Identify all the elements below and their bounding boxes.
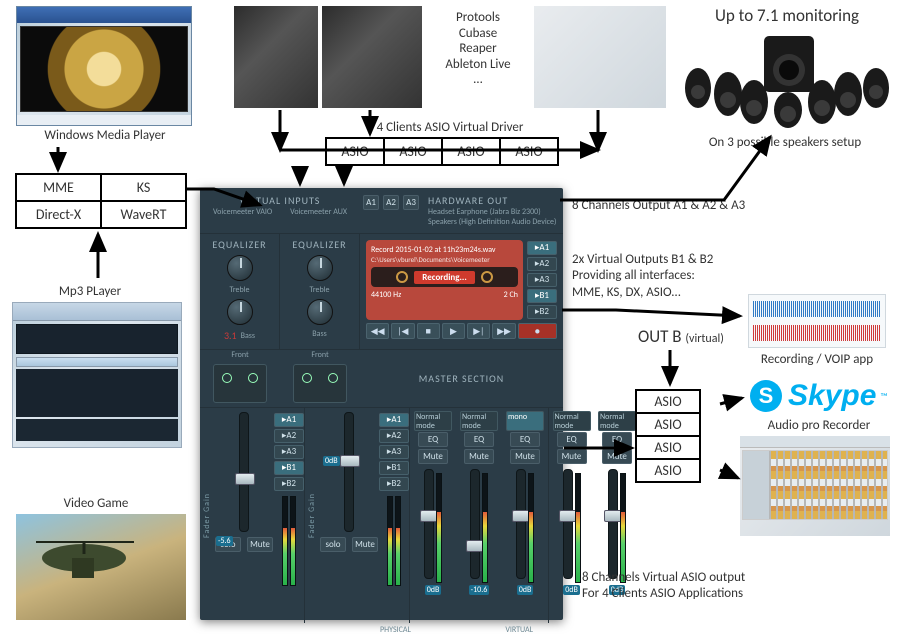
- arrows-layer: [0, 0, 900, 628]
